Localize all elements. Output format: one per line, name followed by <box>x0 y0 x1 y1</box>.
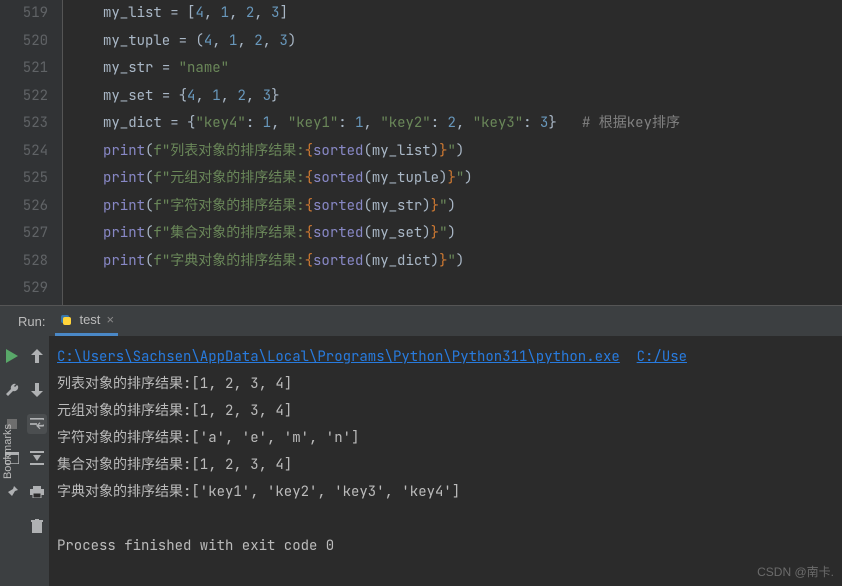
wrench-icon[interactable] <box>2 380 22 400</box>
code-line-528[interactable]: print(f"字典对象的排序结果:{sorted(my_dict)}") <box>103 248 842 276</box>
scroll-to-end-icon[interactable] <box>27 448 47 468</box>
close-icon[interactable]: × <box>106 312 114 327</box>
line-number: 529 <box>10 275 48 303</box>
run-tab-label: test <box>79 312 100 327</box>
print-icon[interactable] <box>27 482 47 502</box>
code-line-523[interactable]: my_dict = {"key4": 1, "key1": 1, "key2":… <box>103 110 842 138</box>
soft-wrap-icon[interactable] <box>27 414 47 434</box>
line-number: 521 <box>10 55 48 83</box>
line-number: 520 <box>10 28 48 56</box>
run-tab-test[interactable]: test × <box>55 306 118 336</box>
line-number: 524 <box>10 138 48 166</box>
trash-icon[interactable] <box>27 516 47 536</box>
code-line-526[interactable]: print(f"字符对象的排序结果:{sorted(my_str)}") <box>103 193 842 221</box>
bookmarks-tool-tab[interactable]: Bookmarks <box>0 420 16 483</box>
line-number-gutter: 519520521522523524525526527528529 <box>0 0 62 305</box>
down-arrow-icon[interactable] <box>27 380 47 400</box>
rerun-icon[interactable] <box>2 346 22 366</box>
code-line-522[interactable]: my_set = {4, 1, 2, 3} <box>103 83 842 111</box>
run-label: Run: <box>18 314 45 329</box>
code-line-527[interactable]: print(f"集合对象的排序结果:{sorted(my_set)}") <box>103 220 842 248</box>
script-link[interactable]: C:/Use <box>637 348 687 366</box>
pin-icon[interactable] <box>2 482 22 502</box>
code-line-520[interactable]: my_tuple = (4, 1, 2, 3) <box>103 28 842 56</box>
bookmarks-label: Bookmarks <box>2 424 14 479</box>
line-number: 526 <box>10 193 48 221</box>
run-header: Run: test × <box>0 306 842 336</box>
line-number: 519 <box>10 0 48 28</box>
line-number: 525 <box>10 165 48 193</box>
run-tool-window: Run: test × <box>0 305 842 586</box>
code-line-524[interactable]: print(f"列表对象的排序结果:{sorted(my_list)}") <box>103 138 842 166</box>
code-line-529[interactable] <box>103 275 842 303</box>
watermark: CSDN @南卡. <box>757 563 834 580</box>
code-editor[interactable]: 519520521522523524525526527528529 my_lis… <box>0 0 842 305</box>
console-output[interactable]: C:\Users\Sachsen\AppData\Local\Programs\… <box>49 336 842 586</box>
line-number: 522 <box>10 83 48 111</box>
line-number: 523 <box>10 110 48 138</box>
python-icon <box>59 313 73 327</box>
code-line-521[interactable]: my_str = "name" <box>103 55 842 83</box>
code-line-519[interactable]: my_list = [4, 1, 2, 3] <box>103 0 842 28</box>
interpreter-link[interactable]: C:\Users\Sachsen\AppData\Local\Programs\… <box>57 348 620 366</box>
up-arrow-icon[interactable] <box>27 346 47 366</box>
line-number: 528 <box>10 248 48 276</box>
code-content[interactable]: my_list = [4, 1, 2, 3]my_tuple = (4, 1, … <box>62 0 842 305</box>
code-line-525[interactable]: print(f"元组对象的排序结果:{sorted(my_tuple)}") <box>103 165 842 193</box>
line-number: 527 <box>10 220 48 248</box>
